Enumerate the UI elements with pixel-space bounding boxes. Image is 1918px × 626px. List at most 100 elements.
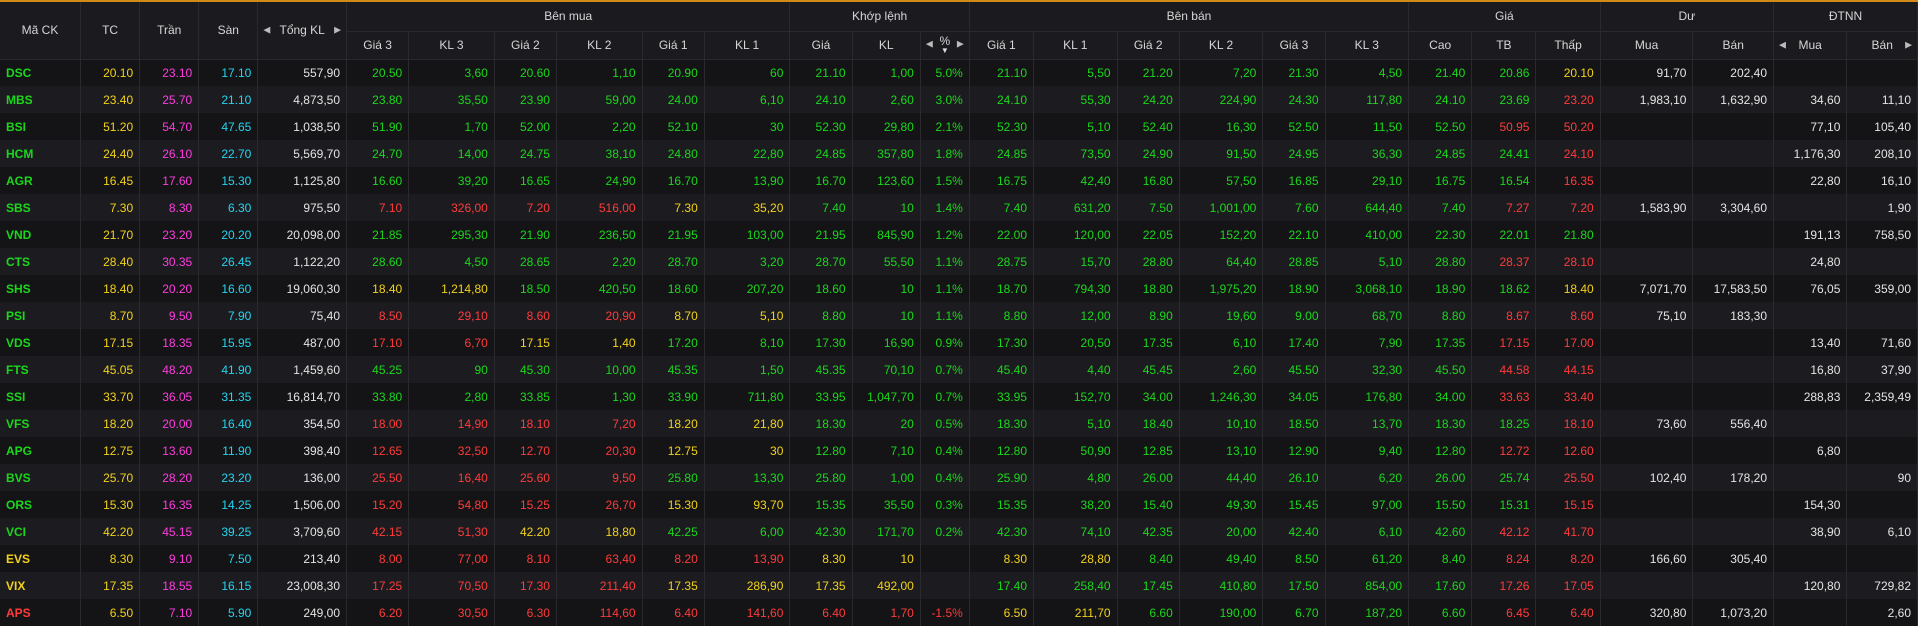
price-board-body: DSC 20.10 23.10 17.10 557,90 20.50 3,60 20.60 1,… [0, 59, 1918, 626]
arrow-right-icon[interactable]: ▶ [957, 39, 964, 50]
table-row[interactable]: VND 21.70 23.20 20.20 20,098,00 21.85 295,30 21… [0, 221, 1918, 248]
header-ref[interactable]: TC [80, 2, 141, 60]
table-row[interactable]: VIX 17.35 18.55 16.15 23,008,30 17.25 70,50 17.… [0, 572, 1918, 599]
header-total-vol[interactable]: ◀ Tổng KL ▶ [257, 2, 348, 60]
sell-vol2-cell: 190,00 [1179, 599, 1264, 626]
sell-vol2-cell: 7,20 [1179, 59, 1264, 86]
header-foreign-buy[interactable]: ◀ Mua [1773, 31, 1848, 60]
sell-price1-cell: 6.50 [969, 599, 1035, 626]
symbol-cell[interactable]: SHS [0, 275, 82, 302]
table-row[interactable]: BSI 51.20 54.70 47.65 1,038,50 51.90 1,70 52.00… [0, 113, 1918, 140]
arrow-left-icon[interactable]: ◀ [1779, 40, 1786, 51]
ref-cell: 18.20 [80, 410, 141, 437]
header-buy-vol3[interactable]: KL 3 [408, 31, 495, 60]
table-row[interactable]: HCM 24.40 26.10 22.70 5,569,70 24.70 14,00 24.7… [0, 140, 1918, 167]
header-buy-price2[interactable]: Giá 2 [494, 31, 557, 60]
table-row[interactable]: VDS 17.15 18.35 15.95 487,00 17.10 6,70 17.15 1,… [0, 329, 1918, 356]
arrow-right-icon[interactable]: ▶ [334, 25, 341, 36]
table-row[interactable]: PSI 8.70 9.50 7.90 75,40 8.50 29,10 8.60 20,90 8.… [0, 302, 1918, 329]
floor-cell: 41.90 [198, 356, 259, 383]
sell-vol3-cell: 644,40 [1325, 194, 1410, 221]
header-remain-sell[interactable]: Bán [1692, 31, 1774, 60]
header-ceil[interactable]: Trần [139, 2, 200, 60]
table-row[interactable]: AGR 16.45 17.60 15.30 1,125,80 16.60 39,20 16.6… [0, 167, 1918, 194]
buy-vol2-cell: 1,40 [556, 329, 643, 356]
symbol-cell[interactable]: DSC [0, 59, 82, 86]
foreign-buy-cell: 6,80 [1773, 437, 1848, 464]
header-sell-price1[interactable]: Giá 1 [969, 31, 1035, 60]
header-high[interactable]: Cao [1408, 31, 1473, 60]
table-row[interactable]: ORS 15.30 16.35 14.25 1,506,00 15.20 54,80 15.2… [0, 491, 1918, 518]
symbol-cell[interactable]: HCM [0, 140, 82, 167]
header-sell-vol2[interactable]: KL 2 [1179, 31, 1264, 60]
header-match-price[interactable]: Giá [789, 31, 853, 60]
sell-vol2-cell: 410,80 [1179, 572, 1264, 599]
header-match-vol[interactable]: KL [852, 31, 921, 60]
header-avg[interactable]: TB [1471, 31, 1537, 60]
header-sell-price2[interactable]: Giá 2 [1117, 31, 1180, 60]
symbol-cell[interactable]: EVS [0, 545, 82, 572]
header-sell-vol3[interactable]: KL 3 [1325, 31, 1410, 60]
table-row[interactable]: SBS 7.30 8.30 6.30 975,50 7.10 326,00 7.20 516,0… [0, 194, 1918, 221]
table-row[interactable]: VCI 42.20 45.15 39.25 3,709,60 42.15 51,30 42.2… [0, 518, 1918, 545]
table-row[interactable]: SHS 18.40 20.20 16.60 19,060,30 18.40 1,214,80… [0, 275, 1918, 302]
buy-vol3-cell: 32,50 [408, 437, 495, 464]
avg-cell: 20.86 [1471, 59, 1537, 86]
symbol-cell[interactable]: VDS [0, 329, 82, 356]
symbol-cell[interactable]: APS [0, 599, 82, 626]
symbol-cell[interactable]: FTS [0, 356, 82, 383]
table-row[interactable]: FTS 45.05 48.20 41.90 1,459,60 45.25 90 45.30 10… [0, 356, 1918, 383]
symbol-cell[interactable]: VND [0, 221, 82, 248]
match-vol-cell: 1,00 [852, 464, 921, 491]
remain-buy-cell [1600, 572, 1694, 599]
table-row[interactable]: SSI 33.70 36.05 31.35 16,814,70 33.80 2,80 33.8… [0, 383, 1918, 410]
symbol-cell[interactable]: SSI [0, 383, 82, 410]
header-match-pct[interactable]: ◀ % ▼ ▶ [920, 31, 970, 60]
header-buy-price3[interactable]: Giá 3 [346, 31, 410, 60]
header-buy-vol2[interactable]: KL 2 [556, 31, 643, 60]
symbol-cell[interactable]: VIX [0, 572, 82, 599]
arrow-left-icon[interactable]: ◀ [926, 39, 933, 50]
high-cell: 22.30 [1408, 221, 1473, 248]
table-row[interactable]: MBS 23.40 25.70 21.10 4,873,50 23.80 35,50 23.9… [0, 86, 1918, 113]
ceil-cell: 16.35 [139, 491, 200, 518]
buy-vol1-cell: 21,80 [704, 410, 791, 437]
symbol-cell[interactable]: PSI [0, 302, 82, 329]
foreign-buy-cell: 13,40 [1773, 329, 1848, 356]
table-row[interactable]: BVS 25.70 28.20 23.20 136,00 25.50 16,40 25.60 9… [0, 464, 1918, 491]
table-row[interactable]: CTS 28.40 30.35 26.45 1,122,20 28.60 4,50 28.65… [0, 248, 1918, 275]
header-remain-buy[interactable]: Mua [1600, 31, 1694, 60]
floor-cell: 21.10 [198, 86, 259, 113]
symbol-cell[interactable]: ORS [0, 491, 82, 518]
arrow-right-icon[interactable]: ▶ [1905, 40, 1912, 51]
symbol-cell[interactable]: CTS [0, 248, 82, 275]
symbol-cell[interactable]: AGR [0, 167, 82, 194]
table-row[interactable]: EVS 8.30 9.10 7.50 213,40 8.00 77,00 8.10 63,40 8… [0, 545, 1918, 572]
table-row[interactable]: APS 6.50 7.10 5.90 249,00 6.20 30,50 6.30 114,60… [0, 599, 1918, 626]
header-buy-price1[interactable]: Giá 1 [642, 31, 705, 60]
buy-vol2-cell: 24,90 [556, 167, 643, 194]
header-floor[interactable]: Sàn [198, 2, 259, 60]
symbol-cell[interactable]: VFS [0, 410, 82, 437]
table-row[interactable]: VFS 18.20 20.00 16.40 354,50 18.00 14,90 18.10 7… [0, 410, 1918, 437]
symbol-cell[interactable]: SBS [0, 194, 82, 221]
header-buy-vol1[interactable]: KL 1 [704, 31, 791, 60]
symbol-cell[interactable]: APG [0, 437, 82, 464]
header-low[interactable]: Thấp [1535, 31, 1601, 60]
header-foreign-sell[interactable]: Bán ▶ [1846, 31, 1918, 60]
symbol-cell[interactable]: MBS [0, 86, 82, 113]
header-sell-price3[interactable]: Giá 3 [1262, 31, 1326, 60]
table-row[interactable]: DSC 20.10 23.10 17.10 557,90 20.50 3,60 20.60 1,… [0, 59, 1918, 86]
table-row[interactable]: APG 12.75 13.60 11.90 398,40 12.65 32,50 12.70 2… [0, 437, 1918, 464]
remain-sell-cell [1692, 491, 1774, 518]
symbol-cell[interactable]: BVS [0, 464, 82, 491]
floor-cell: 15.95 [198, 329, 259, 356]
sell-price2-cell: 34.00 [1117, 383, 1180, 410]
sell-vol2-cell: 64,40 [1179, 248, 1264, 275]
arrow-left-icon[interactable]: ◀ [263, 25, 270, 36]
header-sell-vol1[interactable]: KL 1 [1033, 31, 1118, 60]
sell-price1-cell: 18.70 [969, 275, 1035, 302]
symbol-cell[interactable]: BSI [0, 113, 82, 140]
header-symbol[interactable]: Mã CK [0, 2, 82, 60]
symbol-cell[interactable]: VCI [0, 518, 82, 545]
